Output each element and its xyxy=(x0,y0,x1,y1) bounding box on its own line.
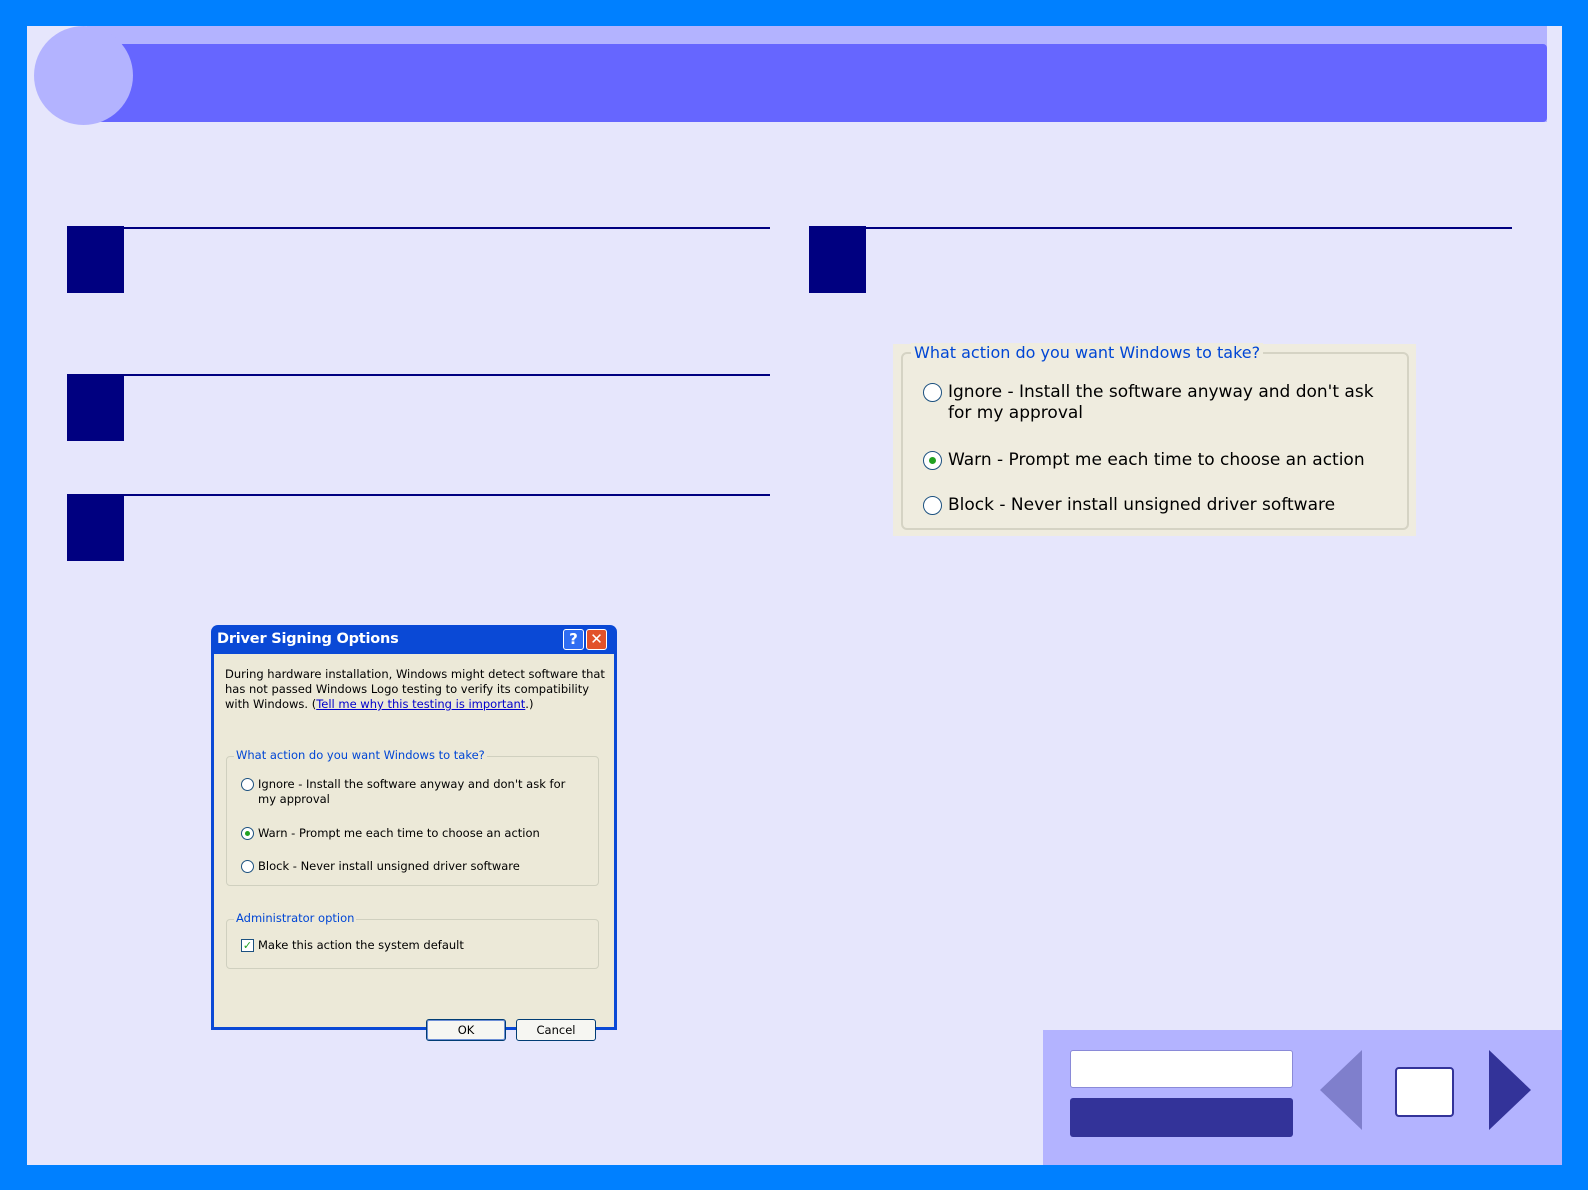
zoomed-block-label: Block - Never install unsigned driver so… xyxy=(948,495,1336,515)
action-group-legend: What action do you want Windows to take? xyxy=(234,748,487,762)
action-groupbox: What action do you want Windows to take?… xyxy=(226,748,599,886)
dialog-body: During hardware installation, Windows mi… xyxy=(214,654,614,1041)
system-default-label: Make this action the system default xyxy=(258,938,464,952)
block-radio[interactable] xyxy=(241,860,254,873)
zoomed-group-legend: What action do you want Windows to take? xyxy=(911,343,1264,362)
zoomed-action-groupbox: What action do you want Windows to take?… xyxy=(901,343,1409,530)
banner-circle xyxy=(34,26,133,125)
warn-label: Warn - Prompt me each time to choose an … xyxy=(258,826,540,840)
zoomed-block-radio[interactable] xyxy=(923,496,942,515)
zoomed-ignore-label: Ignore - Install the software anyway and… xyxy=(948,382,1374,423)
step-marker-4 xyxy=(809,226,866,293)
zoomed-block-option[interactable]: Block - Never install unsigned driver so… xyxy=(923,495,1393,516)
step-marker-2 xyxy=(67,374,124,441)
zoomed-warn-radio[interactable] xyxy=(923,451,942,470)
dialog-intro-text: During hardware installation, Windows mi… xyxy=(225,667,607,712)
zoomed-ignore-option[interactable]: Ignore - Install the software anyway and… xyxy=(923,382,1393,424)
zoomed-action-panel: What action do you want Windows to take?… xyxy=(893,343,1416,536)
step-divider-4 xyxy=(866,227,1512,229)
zoomed-warn-label: Warn - Prompt me each time to choose an … xyxy=(948,450,1365,470)
close-button[interactable]: ✕ xyxy=(586,629,607,650)
admin-group-legend: Administrator option xyxy=(234,911,357,925)
dialog-title: Driver Signing Options xyxy=(217,631,399,647)
system-default-checkbox[interactable]: ✓ xyxy=(241,939,254,952)
intro-text-end: .) xyxy=(525,697,534,711)
system-default-option[interactable]: ✓ Make this action the system default xyxy=(241,938,586,953)
warn-radio[interactable] xyxy=(241,827,254,840)
manual-page: Driver Signing Options ? ✕ During hardwa… xyxy=(27,26,1562,1165)
index-button[interactable] xyxy=(1070,1098,1293,1137)
driver-signing-dialog: Driver Signing Options ? ✕ During hardwa… xyxy=(211,625,617,1041)
zoomed-ignore-radio[interactable] xyxy=(923,383,942,402)
step-divider-3 xyxy=(124,494,770,496)
help-icon: ? xyxy=(569,630,578,648)
page-number-box[interactable] xyxy=(1395,1067,1454,1117)
ignore-label: Ignore - Install the software anyway and… xyxy=(258,777,566,806)
navigation-panel xyxy=(1043,1030,1562,1165)
admin-groupbox: Administrator option ✓ Make this action … xyxy=(226,911,599,969)
step-marker-1 xyxy=(67,226,124,293)
next-page-arrow-icon[interactable] xyxy=(1489,1050,1531,1130)
zoomed-warn-option[interactable]: Warn - Prompt me each time to choose an … xyxy=(923,450,1393,471)
warn-option[interactable]: Warn - Prompt me each time to choose an … xyxy=(241,826,586,841)
close-icon: ✕ xyxy=(590,630,603,648)
help-button[interactable]: ? xyxy=(563,629,584,650)
ignore-option[interactable]: Ignore - Install the software anyway and… xyxy=(241,777,586,807)
contents-button[interactable] xyxy=(1070,1050,1293,1088)
block-label: Block - Never install unsigned driver so… xyxy=(258,859,520,873)
testing-info-link[interactable]: Tell me why this testing is important xyxy=(316,697,525,711)
step-divider-1 xyxy=(124,227,770,229)
step-divider-2 xyxy=(124,374,770,376)
ignore-radio[interactable] xyxy=(241,778,254,791)
page-title-banner xyxy=(67,44,1547,122)
previous-page-arrow-icon[interactable] xyxy=(1320,1050,1362,1130)
block-option[interactable]: Block - Never install unsigned driver so… xyxy=(241,859,586,874)
step-marker-3 xyxy=(67,494,124,561)
ok-button[interactable]: OK xyxy=(426,1019,506,1041)
cancel-button[interactable]: Cancel xyxy=(516,1019,596,1041)
